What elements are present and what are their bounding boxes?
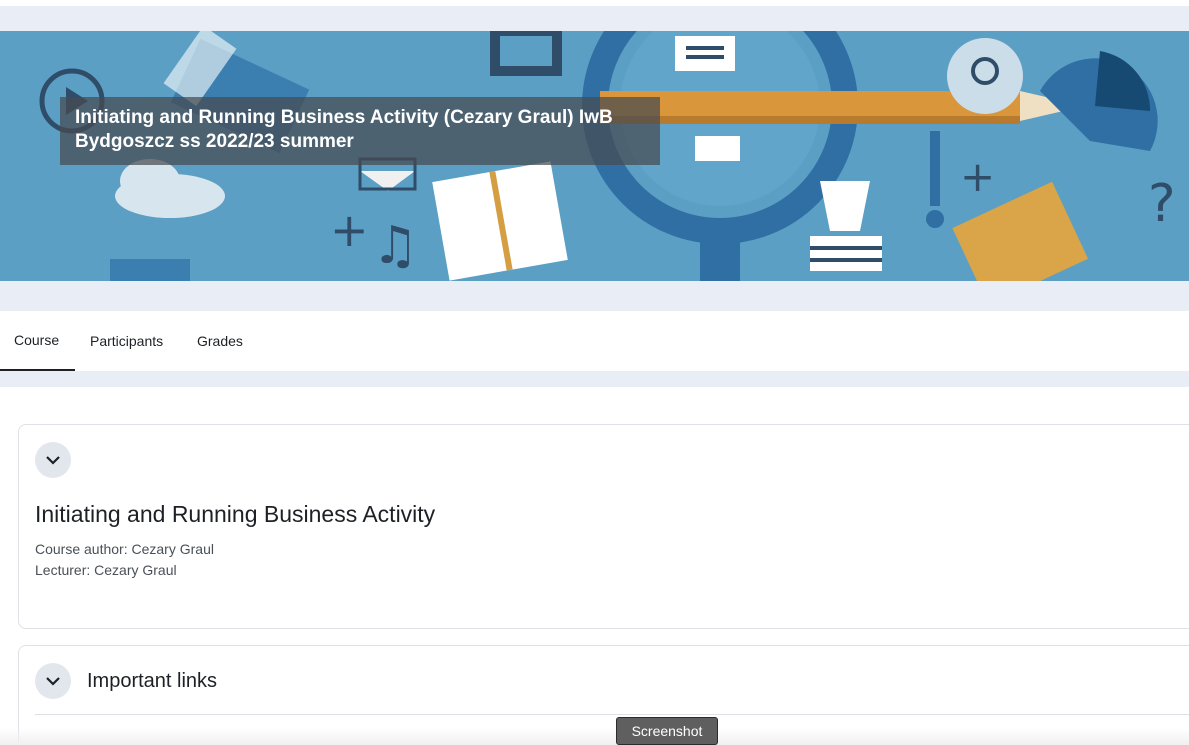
lecturer: Lecturer: Cezary Graul [35,562,177,578]
svg-text:+: + [960,152,995,201]
band-below-tabs [0,371,1189,387]
section-title: Initiating and Running Business Activity [35,501,436,527]
general-section: Initiating and Running Business Activity… [18,424,1189,629]
chevron-down-icon [46,677,60,686]
course-banner: + ♫ + ? Initiating and Running Business … [0,31,1189,281]
header-band [0,6,1189,31]
course-author: Course author: Cezary Graul [35,541,214,557]
course-title-overlay: Initiating and Running Business Activity… [60,97,660,165]
tab-participants[interactable]: Participants [90,311,163,371]
tab-course[interactable]: Course [0,311,75,371]
screenshot-button[interactable]: Screenshot [616,717,718,745]
tab-grades[interactable]: Grades [197,311,243,371]
band-below-banner [0,281,1189,311]
course-full-title: Initiating and Running Business Activity… [75,107,613,152]
svg-text:?: ? [1148,174,1176,234]
collapse-general-button[interactable] [35,442,71,478]
bottom-fade [0,728,1189,745]
svg-text:+: + [330,203,369,257]
svg-text:♫: ♫ [372,216,419,276]
section-divider [35,714,1189,715]
chevron-down-icon [46,456,60,465]
section-title-important-links[interactable]: Important links [87,670,217,693]
collapse-links-button[interactable] [35,663,71,699]
secondary-navigation: Course Participants Grades [0,311,1189,371]
